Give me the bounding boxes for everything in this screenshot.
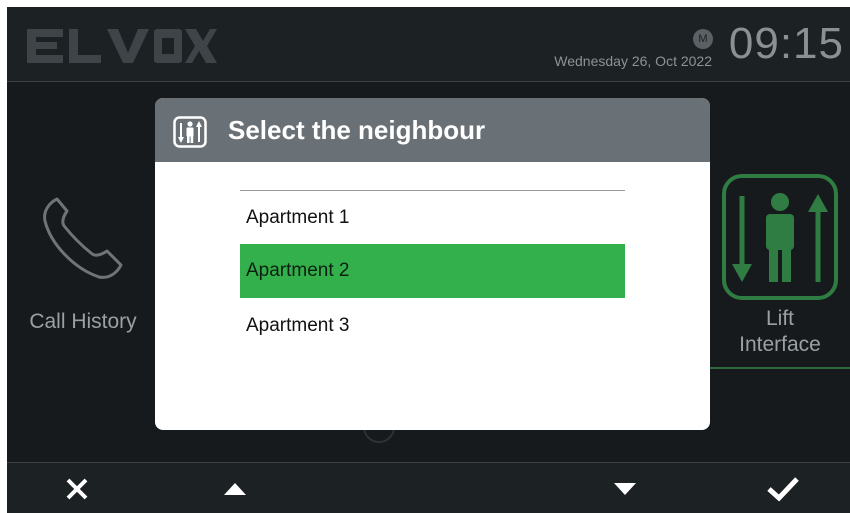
lift-interface-label: Lift Interface [710, 306, 850, 358]
status-bar: M Wednesday 26, Oct 2022 09:15 [7, 7, 850, 82]
arrow-up-icon [224, 482, 246, 495]
call-history-tile[interactable]: Call History [13, 187, 153, 347]
lift-label-line2: Interface [739, 333, 821, 356]
scroll-down-button[interactable] [580, 463, 670, 513]
check-icon [767, 476, 799, 501]
dialog-title: Select the neighbour [228, 115, 486, 145]
close-icon [66, 478, 88, 499]
scroll-up-button[interactable] [190, 463, 280, 513]
lift-tile-underline [710, 367, 850, 369]
lift-label-line1: Lift [765, 307, 794, 330]
list-item-apartment-3[interactable]: Apartment 3 [240, 299, 625, 353]
confirm-button[interactable] [738, 463, 828, 513]
list-item-apartment-1[interactable]: Apartment 1 [240, 191, 625, 245]
phone-icon [43, 197, 123, 279]
call-history-label: Call History [29, 310, 137, 333]
mode-badge: M [693, 29, 713, 49]
select-neighbour-dialog: Select the neighbour Apartment 1 Apartme… [155, 98, 710, 430]
elvox-logo [27, 29, 217, 63]
lift-icon [173, 116, 207, 148]
cancel-button[interactable] [32, 463, 122, 513]
lift-interface-tile[interactable]: Lift Interface [710, 172, 850, 372]
dialog-header: Select the neighbour [155, 98, 710, 162]
clock-time: 09:15 [728, 19, 844, 68]
lift-icon [722, 174, 838, 300]
intercom-screen: M Wednesday 26, Oct 2022 09:15 Call Hist… [7, 7, 850, 513]
date-text: Wednesday 26, Oct 2022 [554, 53, 712, 69]
list-item-apartment-2[interactable]: Apartment 2 [240, 244, 625, 298]
bottom-toolbar [7, 462, 850, 513]
arrow-down-icon [614, 482, 636, 495]
